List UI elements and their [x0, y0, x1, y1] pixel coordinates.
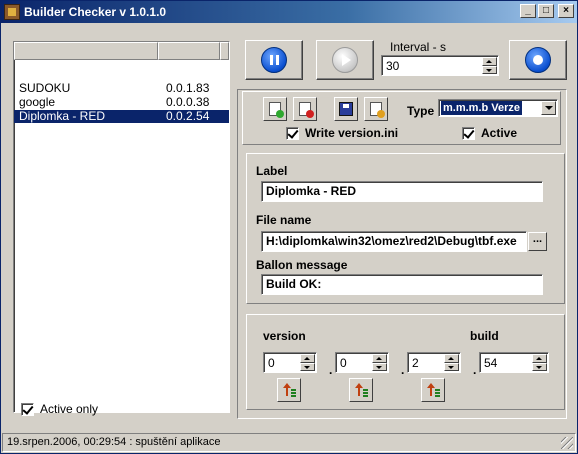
- list-item[interactable]: SUDOKU 0.0.1.83: [14, 82, 229, 95]
- list-item-name: Diplomka - RED: [19, 109, 106, 123]
- release-up-arrow[interactable]: [444, 354, 459, 363]
- status-text: 19.srpen.2006, 00:29:54 : spuštění aplik…: [7, 436, 221, 448]
- version-release-spinner[interactable]: 2: [407, 352, 461, 373]
- increment-release-button[interactable]: [421, 378, 445, 402]
- version-minor-value: 0: [340, 356, 347, 370]
- save-button[interactable]: [334, 97, 358, 121]
- title-bar[interactable]: Builder Checker v 1.0.1.0 _ □ ×: [1, 1, 577, 23]
- build-down-arrow[interactable]: [532, 362, 547, 371]
- main-window: Builder Checker v 1.0.1.0 _ □ × SUDOKU 0.…: [0, 0, 578, 454]
- edit-button[interactable]: [364, 97, 388, 121]
- major-up-arrow[interactable]: [300, 354, 315, 363]
- app-icon[interactable]: [4, 4, 20, 20]
- remove-project-button[interactable]: [293, 97, 317, 121]
- build-spinner[interactable]: 54: [479, 352, 549, 373]
- increment-up-icon: [283, 383, 296, 397]
- ballon-input[interactable]: Build OK:: [261, 274, 543, 295]
- interval-label: Interval - s: [390, 40, 447, 54]
- build-up-arrow[interactable]: [532, 354, 547, 363]
- status-bar: 19.srpen.2006, 00:29:54 : spuštění aplik…: [2, 433, 576, 452]
- label-input[interactable]: Diplomka - RED: [261, 181, 543, 202]
- active-only-checkbox[interactable]: [21, 402, 34, 416]
- increment-up-icon: [355, 383, 368, 397]
- floppy-icon: [339, 102, 353, 116]
- close-button[interactable]: ×: [558, 4, 574, 18]
- list-item-name: google: [19, 95, 56, 109]
- build-value: 54: [484, 356, 498, 370]
- list-header: [14, 42, 229, 60]
- window-controls: _ □ ×: [520, 4, 574, 18]
- interval-value: 30: [386, 59, 400, 73]
- build-caption: build: [470, 329, 499, 343]
- settings-panel: Type m.m.m.b Verze Write version.ini Act…: [237, 89, 567, 419]
- increment-up-icon: [427, 383, 440, 397]
- client-area: SUDOKU 0.0.1.83 google 0.0.0.38 Diplomka - R…: [1, 23, 577, 453]
- type-select[interactable]: m.m.m.b Verze: [438, 99, 558, 117]
- maximize-button[interactable]: □: [538, 4, 554, 18]
- project-list[interactable]: SUDOKU 0.0.1.83 google 0.0.0.38 Diplomka - R…: [13, 41, 230, 413]
- minimize-button[interactable]: _: [520, 4, 536, 18]
- pause-icon: [261, 47, 287, 73]
- version-caption: version: [263, 329, 306, 343]
- write-version-option[interactable]: Write version.ini: [286, 126, 398, 140]
- edit-document-icon: [370, 102, 385, 118]
- version-release-value: 2: [412, 356, 419, 370]
- add-project-button[interactable]: [263, 97, 287, 121]
- label-caption: Label: [256, 164, 288, 178]
- version-minor-spinner[interactable]: 0: [335, 352, 389, 373]
- add-document-icon: [269, 102, 284, 118]
- ballon-caption: Ballon message: [256, 258, 348, 272]
- remove-document-icon: [299, 102, 314, 118]
- column-header-filler: [220, 42, 229, 60]
- stop-button[interactable]: [509, 40, 567, 80]
- list-item[interactable]: Diplomka - RED 0.0.2.54: [14, 110, 229, 123]
- list-item-version: 0.0.0.38: [166, 95, 210, 109]
- type-label: Type: [407, 104, 435, 118]
- separator-dot: .: [473, 363, 477, 377]
- release-down-arrow[interactable]: [444, 362, 459, 371]
- separator-dot: .: [401, 363, 405, 377]
- active-checkbox[interactable]: [462, 126, 475, 140]
- play-button[interactable]: [316, 40, 374, 80]
- interval-down-arrow[interactable]: [482, 65, 497, 74]
- increment-minor-button[interactable]: [349, 378, 373, 402]
- separator-dot: .: [329, 363, 333, 377]
- chevron-down-icon[interactable]: [541, 101, 556, 115]
- version-group: version build 0 . 0 . 2 . 54: [246, 314, 565, 410]
- active-only-label: Active only: [40, 402, 99, 416]
- list-item-name: SUDOKU: [19, 81, 71, 95]
- list-item-version: 0.0.2.54: [166, 109, 210, 123]
- active-option[interactable]: Active: [462, 126, 517, 140]
- toolbar-group: Type m.m.m.b Verze Write version.ini Act…: [242, 91, 561, 145]
- increment-major-button[interactable]: [277, 378, 301, 402]
- play-icon: [332, 47, 358, 73]
- major-down-arrow[interactable]: [300, 362, 315, 371]
- minor-down-arrow[interactable]: [372, 362, 387, 371]
- write-version-checkbox[interactable]: [286, 126, 299, 140]
- resize-grip-icon[interactable]: [561, 437, 573, 449]
- version-major-value: 0: [268, 356, 275, 370]
- type-select-value: m.m.m.b Verze: [441, 101, 523, 115]
- browse-button[interactable]: ...: [528, 232, 547, 251]
- filename-input[interactable]: H:\diplomka\win32\omez\red2\Debug\tbf.ex…: [261, 231, 527, 252]
- list-item-version: 0.0.1.83: [166, 81, 210, 95]
- write-version-label: Write version.ini: [305, 126, 399, 140]
- window-title: Builder Checker v 1.0.1.0: [24, 5, 167, 19]
- interval-spinner[interactable]: 30: [381, 55, 499, 76]
- active-only-option[interactable]: Active only: [21, 402, 98, 416]
- interval-up-arrow[interactable]: [482, 57, 497, 66]
- list-rows: SUDOKU 0.0.1.83 google 0.0.0.38 Diplomka - R…: [14, 82, 229, 123]
- minor-up-arrow[interactable]: [372, 354, 387, 363]
- column-header-name[interactable]: [14, 42, 158, 60]
- column-header-version[interactable]: [158, 42, 220, 60]
- list-item[interactable]: google 0.0.0.38: [14, 96, 229, 109]
- filename-caption: File name: [256, 213, 312, 227]
- active-label: Active: [481, 126, 518, 140]
- stop-icon: [525, 47, 551, 73]
- fields-group: Label Diplomka - RED File name H:\diplom…: [246, 153, 565, 304]
- version-major-spinner[interactable]: 0: [263, 352, 317, 373]
- pause-button[interactable]: [245, 40, 303, 80]
